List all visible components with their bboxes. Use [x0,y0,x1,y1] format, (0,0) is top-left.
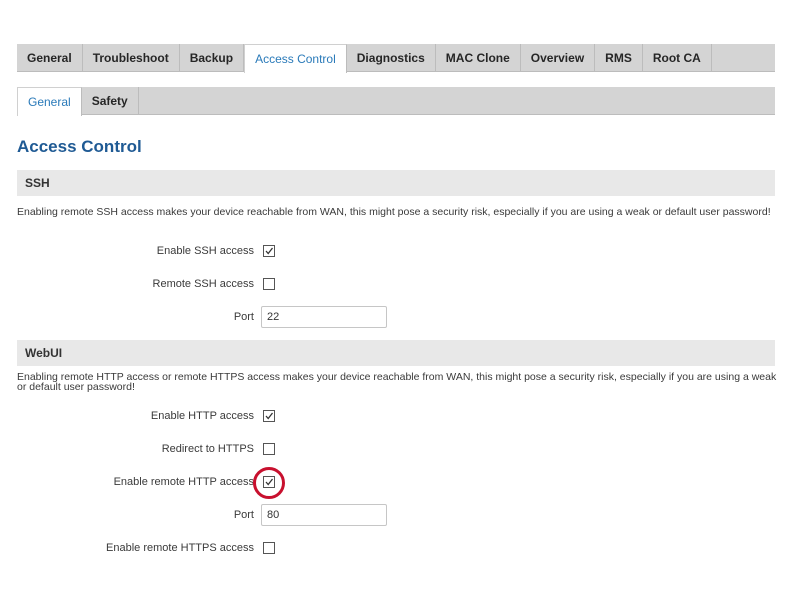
checkmark-icon [264,444,274,454]
checkmark-icon [265,412,274,420]
main-tab-bar: General Troubleshoot Backup Access Contr… [17,44,775,73]
ssh-description: Enabling remote SSH access makes your de… [17,206,771,218]
tab-general[interactable]: General [17,44,83,72]
ssh-section-heading: SSH [17,170,775,196]
tab-overview[interactable]: Overview [521,44,596,72]
redirect-https-label: Redirect to HTTPS [161,443,254,455]
tab-access-control[interactable]: Access Control [244,44,347,73]
remote-ssh-row: Remote SSH access [17,273,777,295]
enable-http-label: Enable HTTP access [150,410,254,422]
page-title: Access Control [17,137,142,156]
remote-ssh-label: Remote SSH access [152,278,254,290]
remote-http-row: Enable remote HTTP access [17,471,777,493]
tab-troubleshoot[interactable]: Troubleshoot [83,44,180,72]
checkmark-icon [265,247,274,255]
tab-root-ca[interactable]: Root CA [643,44,712,72]
http-port-label: Port [233,509,254,521]
http-port-input[interactable] [261,504,387,526]
webui-section-heading: WebUI [17,340,775,366]
redirect-https-checkbox[interactable] [263,443,275,455]
remote-ssh-checkbox[interactable] [263,278,275,290]
enable-http-checkbox[interactable] [263,410,275,422]
remote-http-label: Enable remote HTTP access [113,476,254,488]
remote-https-checkbox[interactable] [263,542,275,554]
tab-backup[interactable]: Backup [180,44,245,72]
enable-http-row: Enable HTTP access [17,405,777,427]
subtab-safety[interactable]: Safety [82,87,139,115]
checkmark-icon [264,279,274,289]
remote-http-checkbox[interactable] [263,476,275,488]
tab-rms[interactable]: RMS [595,44,643,72]
checkmark-icon [264,543,274,553]
sub-tab-bar: General Safety [17,87,775,116]
http-port-row: Port [17,504,777,526]
enable-ssh-row: Enable SSH access [17,240,777,262]
ssh-port-row: Port [17,306,777,328]
subtab-general[interactable]: General [17,87,82,116]
enable-ssh-checkbox[interactable] [263,245,275,257]
ssh-port-input[interactable] [261,306,387,328]
tab-mac-clone[interactable]: MAC Clone [436,44,521,72]
webui-description: Enabling remote HTTP access or remote HT… [17,371,777,393]
checkmark-icon [265,478,274,486]
tab-diagnostics[interactable]: Diagnostics [347,44,436,72]
ssh-port-label: Port [233,311,254,323]
redirect-https-row: Redirect to HTTPS [17,438,777,460]
enable-ssh-label: Enable SSH access [156,245,254,257]
remote-https-label: Enable remote HTTPS access [106,542,254,554]
remote-https-row: Enable remote HTTPS access [17,537,777,559]
